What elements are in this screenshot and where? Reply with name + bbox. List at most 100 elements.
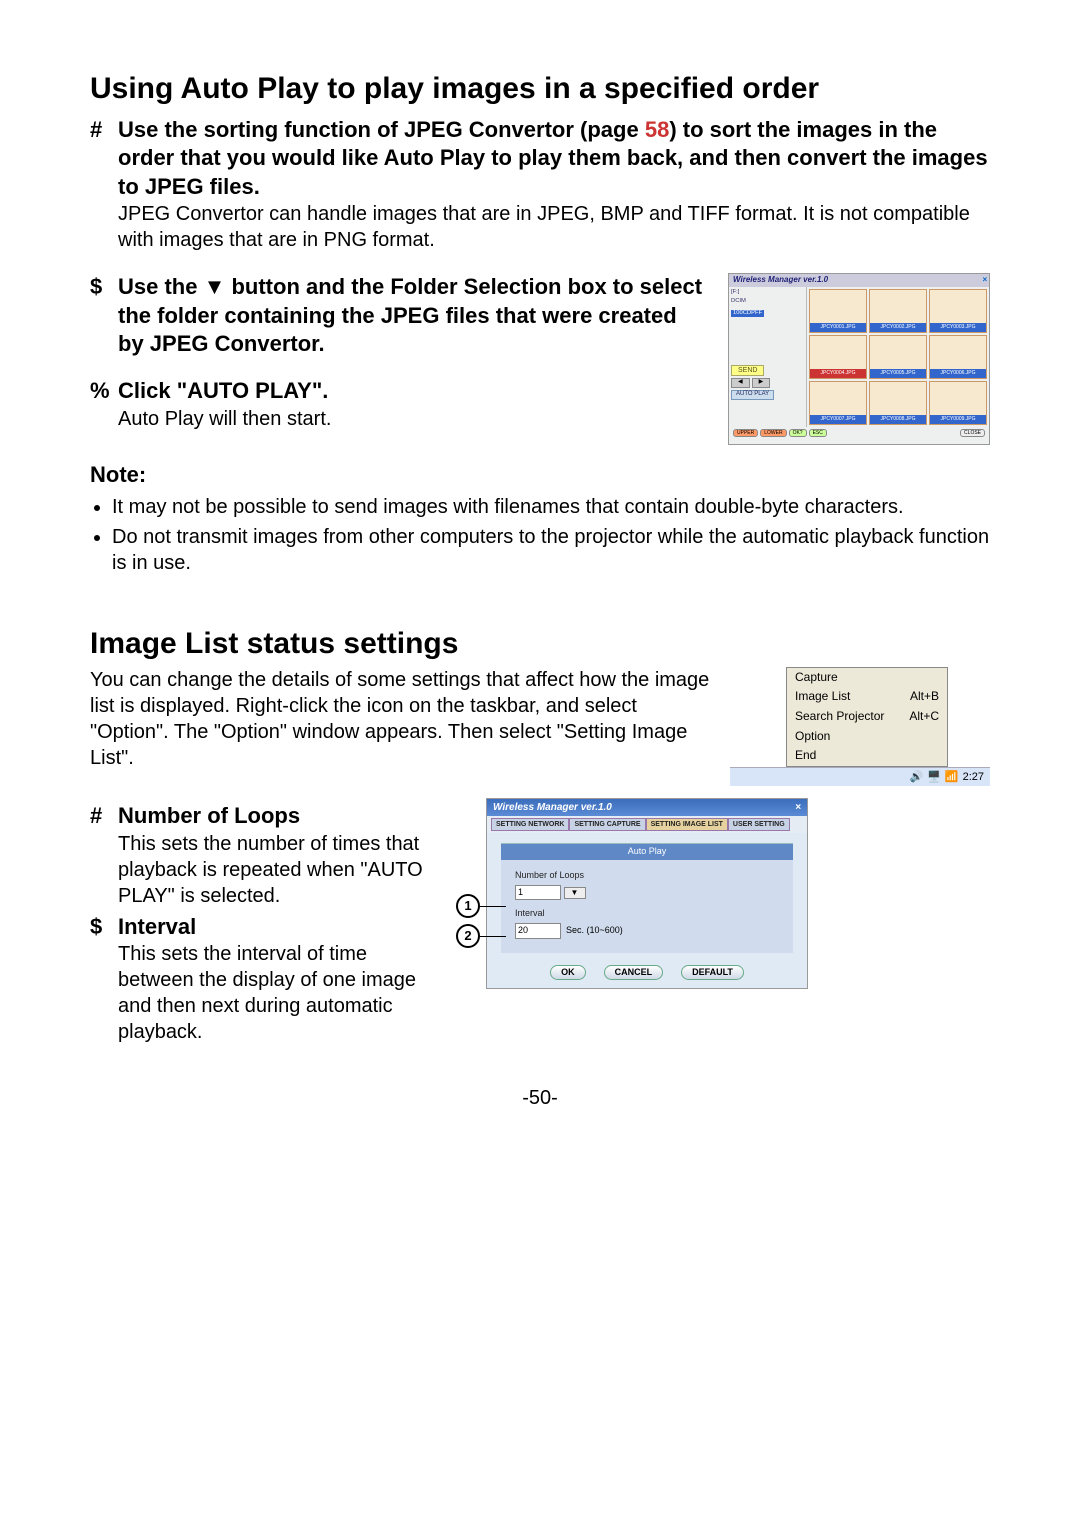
note-list: It may not be possible to send images wi… — [90, 494, 990, 576]
next-button[interactable]: ▶ — [752, 378, 771, 388]
page-number: -50- — [90, 1085, 990, 1111]
menu-item-option[interactable]: Option — [787, 727, 947, 747]
prev-button[interactable]: ◀ — [731, 378, 750, 388]
ok-button[interactable]: OK — [550, 965, 586, 981]
thumb[interactable]: JPCY0001.JPG — [809, 289, 867, 333]
loops-label: Number of Loops — [515, 870, 779, 882]
tree-dcim: DCIM — [731, 298, 804, 306]
thumb[interactable]: JPCY0004.JPG — [809, 335, 867, 379]
item-1-title: Number of Loops — [118, 802, 430, 831]
taskbar-tray: 🔊 🖥️ 📶 2:27 — [730, 767, 990, 786]
thumbnail-grid: JPCY0001.JPG JPCY0002.JPG JPCY0003.JPG J… — [807, 287, 989, 427]
step-1: # Use the sorting function of JPEG Conve… — [90, 116, 990, 254]
tray-icon: 🖥️ — [927, 770, 941, 784]
step-3-marker: % — [90, 377, 118, 432]
page-ref-58: 58 — [645, 117, 669, 142]
step-2: $ Use the ▼ button and the Folder Select… — [90, 273, 708, 359]
menu-label: Option — [795, 729, 830, 745]
interval-input[interactable]: 20 — [515, 923, 561, 939]
step-1-marker: # — [90, 116, 118, 254]
thumb[interactable]: JPCY0009.JPG — [929, 381, 987, 425]
tab-setting-image-list[interactable]: SETTING IMAGE LIST — [646, 818, 728, 831]
item-2-marker: $ — [90, 913, 118, 1046]
item-1-desc: This sets the number of times that playb… — [118, 831, 430, 909]
item-2-title: Interval — [118, 913, 430, 942]
thumb-caption: JPCY0001.JPG — [810, 323, 866, 332]
menu-item-search-projector[interactable]: Search Projector Alt+C — [787, 707, 947, 727]
step-3-desc: Auto Play will then start. — [118, 408, 331, 430]
thumb[interactable]: JPCY0008.JPG — [869, 381, 927, 425]
tray-icon: 🔊 — [909, 770, 923, 784]
wireless-manager-screenshot: Wireless Manager ver.1.0 × [F:] DCIM 100… — [728, 273, 990, 445]
thumb-caption: JPCY0003.JPG — [930, 323, 986, 332]
item-1-marker: # — [90, 802, 118, 909]
menu-label: End — [795, 748, 816, 764]
tree-drive: [F:] — [731, 289, 804, 297]
thumb-caption: JPCY0002.JPG — [870, 323, 926, 332]
ok-button[interactable]: OK? — [789, 429, 807, 438]
scr1-title: Wireless Manager ver.1.0 × — [729, 274, 989, 286]
item-interval: $ Interval This sets the interval of tim… — [90, 913, 430, 1046]
thumb[interactable]: JPCY0003.JPG — [929, 289, 987, 333]
auto-play-frame: Auto Play Number of Loops 1 ▼ Interval 2… — [501, 843, 793, 952]
note-item: It may not be possible to send images wi… — [112, 494, 990, 520]
callout-2-num: 2 — [464, 928, 471, 945]
loops-input[interactable]: 1 — [515, 885, 561, 901]
step-1-desc: JPEG Convertor can handle images that ar… — [118, 203, 970, 251]
esc-button[interactable]: ESC — [809, 429, 827, 438]
dialog-title-text: Wireless Manager ver.1.0 — [493, 801, 612, 814]
callout-2: 2 — [456, 924, 480, 948]
callout-1-num: 1 — [464, 898, 471, 915]
folder-tree: [F:] DCIM 100CDPFF SEND ◀▶ AUTO PLAY — [729, 287, 807, 427]
tray-icon: 📶 — [945, 770, 959, 784]
tab-setting-network[interactable]: SETTING NETWORK — [491, 818, 569, 831]
menu-label: Image List — [795, 689, 850, 705]
image-list-intro: You can change the details of some setti… — [90, 667, 710, 771]
settings-dialog-screenshot: Wireless Manager ver.1.0 × SETTING NETWO… — [486, 798, 808, 989]
tree-selected-folder: 100CDPFF — [731, 310, 764, 318]
close-button[interactable]: CLOSE — [960, 429, 985, 438]
item-number-of-loops: # Number of Loops This sets the number o… — [90, 802, 430, 909]
tab-setting-capture[interactable]: SETTING CAPTURE — [569, 818, 645, 831]
lower-button[interactable]: LOWER — [760, 429, 786, 438]
step-2-title: Use the ▼ button and the Folder Selectio… — [118, 274, 702, 356]
dialog-buttons: OK CANCEL DEFAULT — [487, 959, 807, 989]
menu-item-end[interactable]: End — [787, 746, 947, 766]
menu-item-image-list[interactable]: Image List Alt+B — [787, 687, 947, 707]
thumb-caption: JPCY0005.JPG — [870, 369, 926, 378]
scr1-close-icon: × — [982, 275, 987, 285]
note-label: Note: — [90, 461, 990, 490]
thumb-caption: JPCY0007.JPG — [810, 415, 866, 424]
auto-play-button[interactable]: AUTO PLAY — [731, 390, 774, 400]
thumb[interactable]: JPCY0007.JPG — [809, 381, 867, 425]
heading-image-list-settings: Image List status settings — [90, 624, 990, 663]
thumb[interactable]: JPCY0005.JPG — [869, 335, 927, 379]
dialog-close-icon[interactable]: × — [795, 801, 801, 814]
dialog-tabs: SETTING NETWORK SETTING CAPTURE SETTING … — [487, 816, 807, 833]
menu-item-capture[interactable]: Capture — [787, 668, 947, 688]
default-button[interactable]: DEFAULT — [681, 965, 744, 981]
step-1-title: Use the sorting function of JPEG Convert… — [118, 117, 988, 199]
thumb-caption: JPCY0004.JPG — [810, 369, 866, 378]
scr1-bottom-bar: UPPER LOWER OK? ESC CLOSE — [729, 427, 989, 440]
dialog-title-bar: Wireless Manager ver.1.0 × — [487, 799, 807, 816]
cancel-button[interactable]: CANCEL — [604, 965, 664, 981]
menu-accel: Alt+B — [910, 689, 939, 705]
tab-user-setting[interactable]: USER SETTING — [728, 818, 790, 831]
heading-auto-play: Using Auto Play to play images in a spec… — [90, 70, 990, 108]
step-1-title-a: Use the sorting function of JPEG Convert… — [118, 117, 645, 142]
send-button[interactable]: SEND — [731, 365, 764, 376]
note-item: Do not transmit images from other comput… — [112, 524, 990, 576]
step-3-title: Click "AUTO PLAY". — [118, 378, 328, 403]
upper-button[interactable]: UPPER — [733, 429, 758, 438]
menu-label: Capture — [795, 670, 838, 686]
callout-1: 1 — [456, 894, 480, 918]
interval-label: Interval — [515, 908, 779, 920]
loops-dropdown-icon[interactable]: ▼ — [564, 887, 586, 899]
thumb[interactable]: JPCY0006.JPG — [929, 335, 987, 379]
step-2-marker: $ — [90, 273, 118, 359]
tray-time: 2:27 — [963, 770, 984, 784]
menu-accel: Alt+C — [909, 709, 939, 725]
thumb[interactable]: JPCY0002.JPG — [869, 289, 927, 333]
menu-label: Search Projector — [795, 709, 884, 725]
